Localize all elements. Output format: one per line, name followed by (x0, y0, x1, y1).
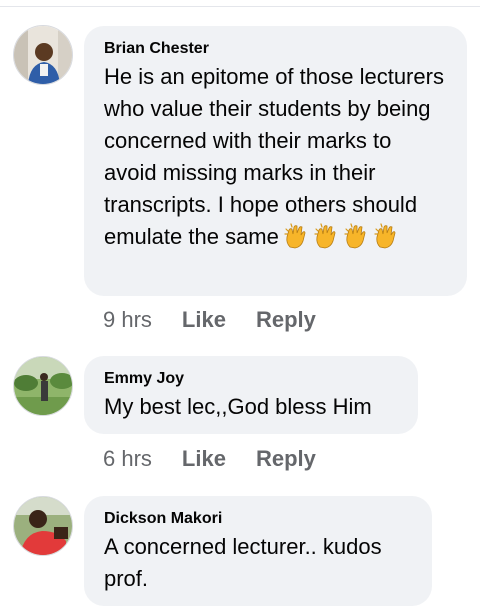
like-button[interactable]: Like (182, 307, 226, 333)
comment-actions: 6 hrs Like Reply (103, 446, 316, 472)
avatar[interactable] (13, 356, 73, 416)
comment-text: My best lec,,God bless Him (104, 394, 372, 419)
clapping-hands-icon (313, 223, 339, 258)
comment-text-body: He is an epitome of those lecturers who … (104, 64, 444, 249)
top-divider (0, 6, 480, 7)
comment-text: He is an epitome of those lecturers who … (104, 61, 449, 258)
comment-bubble: Emmy Joy My best lec,,God bless Him (84, 356, 418, 434)
avatar[interactable] (13, 25, 73, 85)
comment-author[interactable]: Emmy Joy (104, 369, 400, 389)
clapping-hands-icon (343, 223, 369, 258)
comment-bubble: Dickson Makori A concerned lecturer.. ku… (84, 496, 432, 606)
comment-bubble: Brian Chester He is an epitome of those … (84, 26, 467, 296)
like-button[interactable]: Like (182, 446, 226, 472)
reply-button[interactable]: Reply (256, 307, 316, 333)
comment-timestamp[interactable]: 9 hrs (103, 307, 152, 333)
comment-author[interactable]: Brian Chester (104, 39, 449, 59)
reply-button[interactable]: Reply (256, 446, 316, 472)
avatar[interactable] (13, 496, 73, 556)
clapping-hands-icon (373, 223, 399, 258)
comment-text: A concerned lecturer.. kudos prof. (104, 534, 382, 591)
clapping-hands-icon (283, 223, 309, 258)
emoji-group (279, 223, 399, 249)
comment-author[interactable]: Dickson Makori (104, 509, 414, 529)
comment-actions: 9 hrs Like Reply (103, 307, 316, 333)
comment-timestamp[interactable]: 6 hrs (103, 446, 152, 472)
